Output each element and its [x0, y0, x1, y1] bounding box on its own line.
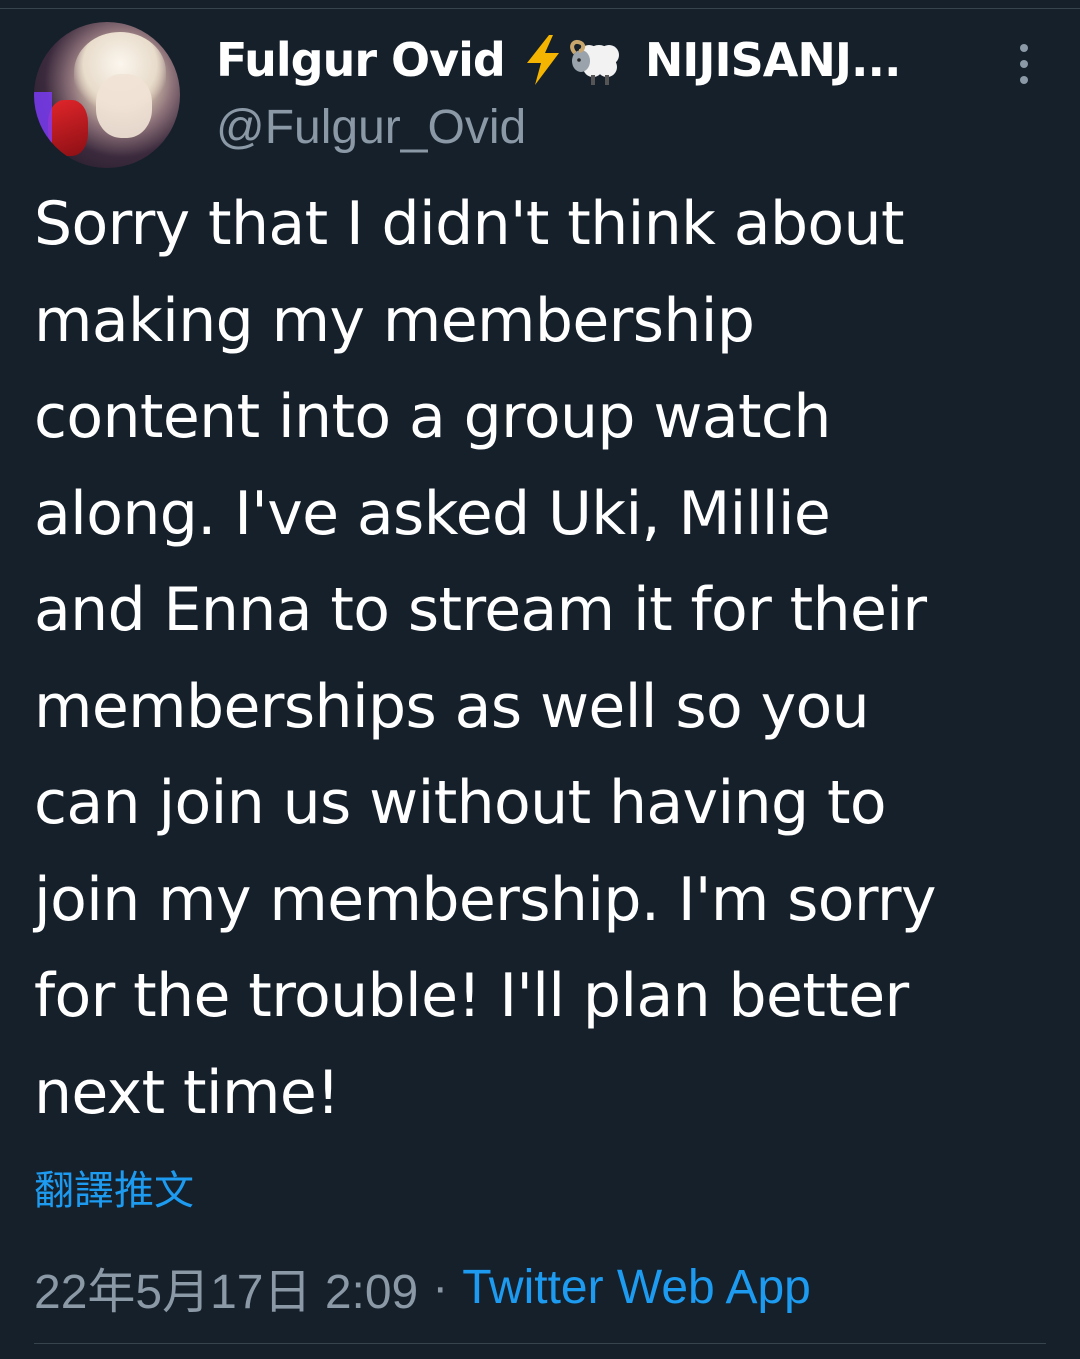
meta-separator: · [432, 1260, 449, 1314]
more-options-button[interactable] [1006, 42, 1042, 86]
tweet-detail: Fulgur Ovid NIJISANJ... @Fulgur_Ovid Sor… [0, 0, 1080, 1359]
author-handle[interactable]: @Fulgur_Ovid [216, 100, 526, 155]
avatar[interactable] [34, 22, 180, 168]
author-org-name[interactable]: NIJISANJ... [645, 33, 902, 87]
tweet-meta: 22年5月17日 2:09 · Twitter Web App [34, 1252, 811, 1322]
tweet-header: Fulgur Ovid NIJISANJ... @Fulgur_Ovid [34, 22, 1054, 168]
sheep-icon [569, 33, 627, 87]
translate-tweet-link[interactable]: 翻譯推文 [34, 1158, 194, 1216]
author-display-name[interactable]: Fulgur Ovid [216, 33, 506, 87]
lightning-bolt-icon [521, 33, 565, 87]
more-dots-icon [1020, 44, 1028, 52]
tweet-text: Sorry that I didn't think about making m… [34, 189, 937, 1128]
author-name-row[interactable]: Fulgur Ovid NIJISANJ... [216, 30, 902, 90]
bottom-divider [34, 1343, 1046, 1344]
tweet-timestamp[interactable]: 22年5月17日 2:09 [34, 1252, 418, 1322]
tweet-source-link[interactable]: Twitter Web App [462, 1260, 811, 1315]
